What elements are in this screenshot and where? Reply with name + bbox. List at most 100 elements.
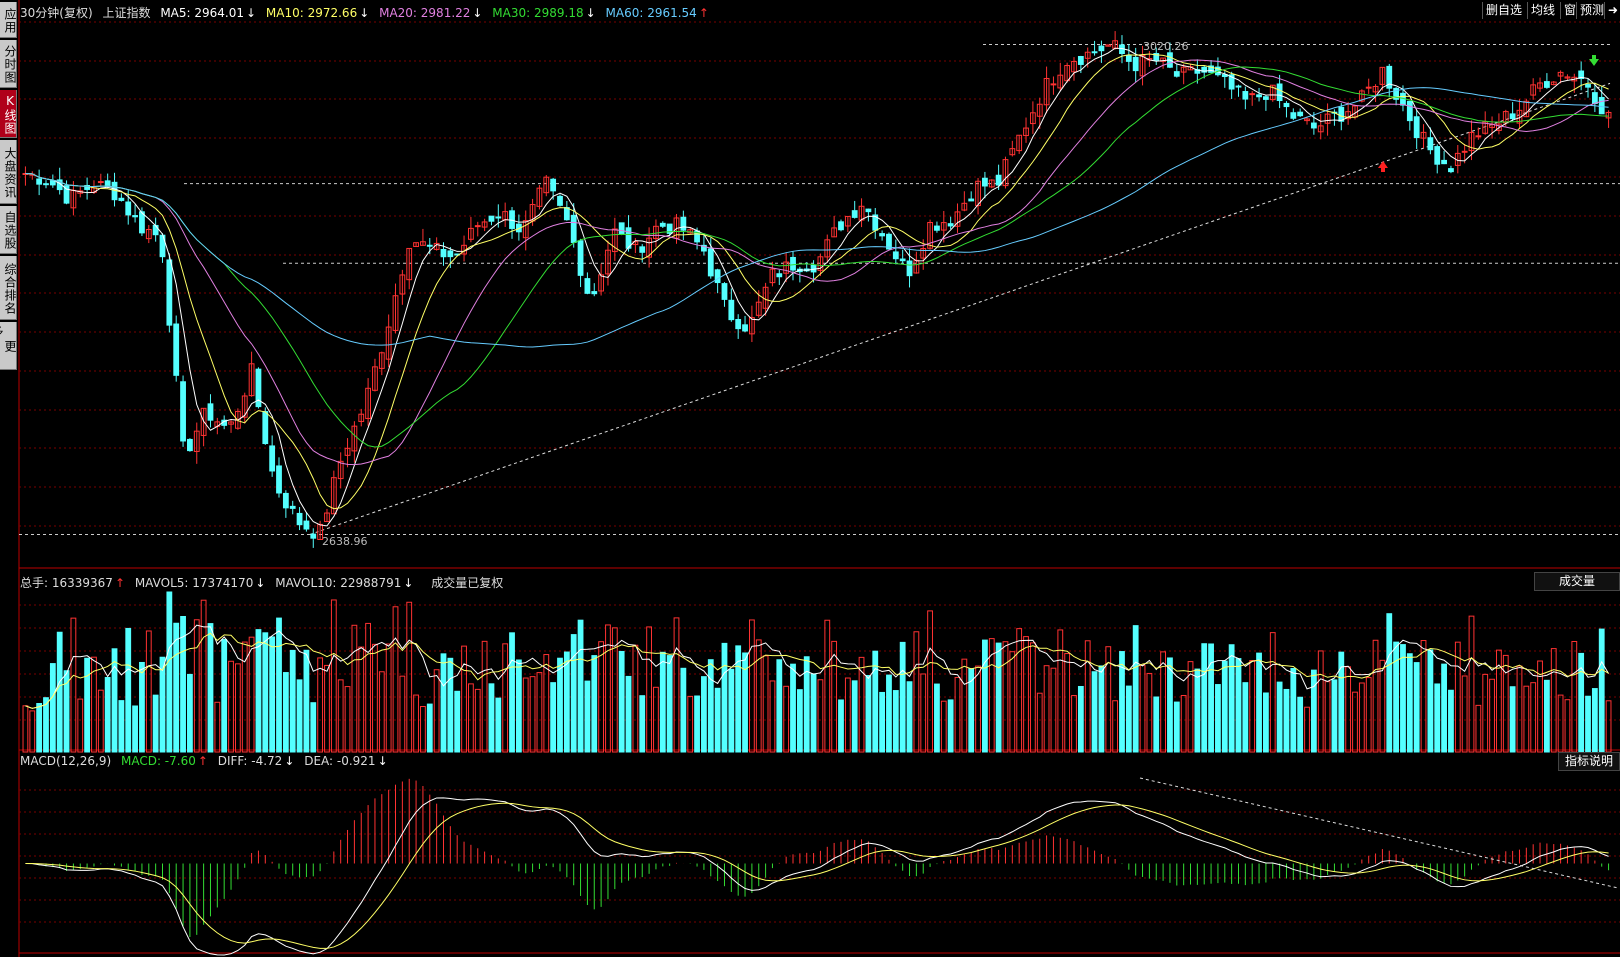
volume-bar: [995, 642, 1002, 753]
volume-indicator-button[interactable]: 成交量: [1534, 572, 1620, 591]
volume-bar: [776, 659, 783, 753]
ma20-label: MA20: 2981.22 ↓: [379, 6, 483, 20]
candle-down: [1242, 91, 1249, 100]
candle-down: [1290, 112, 1297, 119]
volume-bar: [1530, 682, 1537, 753]
forecast-button[interactable]: 预测: [1576, 2, 1607, 19]
volume-bar: [515, 659, 522, 753]
volume-bar: [358, 646, 365, 753]
volume-bar: [1441, 663, 1447, 753]
candle-down: [173, 323, 180, 376]
candle-down: [618, 222, 625, 235]
candle-down: [1591, 92, 1598, 105]
diff-value: DIFF: -4.72 ↓: [217, 754, 295, 768]
volume-bar: [1598, 628, 1605, 753]
volume-bar: [49, 663, 56, 753]
arrow-right-icon[interactable]: ➜: [1604, 2, 1620, 19]
volume-bar: [474, 688, 481, 753]
candle-down: [742, 324, 748, 332]
volume-bar: [1016, 628, 1023, 753]
volume-bar: [639, 695, 646, 753]
volume-bar: [865, 675, 872, 753]
indicator-help-button[interactable]: 指标说明: [1558, 752, 1620, 771]
volume-bar: [385, 643, 392, 753]
candle-up: [1475, 135, 1482, 138]
macd-trend-line: [1139, 777, 1619, 889]
volume-bar: [879, 691, 886, 753]
dea-value: DEA: -0.921 ↓: [304, 754, 388, 768]
volume-bar: [255, 629, 262, 753]
volume-bar: [1276, 681, 1283, 753]
ma-line-button[interactable]: 均线: [1527, 2, 1558, 19]
macd-header: MACD(12,26,9) MACD: -7.60 ↑ DIFF: -4.72 ↓ …: [20, 754, 394, 768]
volume-bar: [1502, 654, 1509, 753]
macd-arrow-icon: ↑: [197, 754, 208, 768]
volume-bar: [228, 660, 234, 753]
candle-up: [474, 225, 481, 228]
volume-bar: [378, 671, 385, 753]
volume-bar: [413, 694, 419, 753]
volume-bar: [694, 695, 700, 753]
delete-watchlist-button[interactable]: 删自选: [1482, 2, 1525, 19]
volume-bar: [1139, 664, 1146, 753]
volume-bar: [762, 655, 769, 753]
volume-bar: [392, 606, 399, 753]
volume-bar: [1324, 681, 1331, 753]
volume-bar: [1201, 643, 1208, 753]
volume-bar: [1180, 694, 1187, 753]
volume-bar: [646, 626, 652, 753]
candle-down: [570, 214, 577, 243]
volume-bar: [1482, 673, 1489, 753]
candle-down: [118, 197, 125, 201]
volume-bar: [563, 651, 570, 753]
candle-down: [1283, 102, 1290, 108]
volume-bar: [200, 599, 207, 753]
volume-bar: [447, 657, 454, 753]
candle-down: [1098, 45, 1105, 52]
volume-bar: [509, 632, 515, 753]
volume-bar: [310, 702, 317, 753]
high-price-label: 3020.26: [1143, 40, 1189, 53]
volume-bar: [502, 643, 509, 753]
volume-bar: [399, 675, 406, 753]
candle-down: [838, 221, 844, 231]
volume-bar: [1420, 640, 1427, 753]
volume-bar: [851, 680, 858, 753]
low-price-label: 2638.96: [322, 535, 368, 548]
candle-down: [1235, 85, 1242, 88]
volume-bar: [1413, 662, 1420, 753]
candle-down: [1441, 159, 1447, 165]
volume-bar: [1208, 643, 1214, 753]
macd-value: MACD: -7.60 ↑: [120, 754, 208, 768]
volume-bar: [529, 676, 536, 753]
volume-bar: [701, 676, 707, 753]
volume-bar: [961, 658, 968, 753]
candle-down: [947, 223, 954, 227]
volume-bar: [755, 639, 762, 753]
candle-down: [1585, 84, 1591, 88]
volume-bar: [1283, 688, 1290, 753]
mavol5-label: MAVOL5: 17374170 ↓: [134, 576, 266, 590]
volume-bar: [420, 706, 426, 753]
ma20-line: [25, 59, 1609, 466]
buy-signal-arrow-icon: [1378, 161, 1388, 172]
volume-bar: [1263, 692, 1269, 753]
candle-down: [1406, 100, 1413, 122]
ma60-line: [25, 87, 1609, 348]
volume-bar: [173, 622, 180, 753]
volume-bar: [1365, 677, 1372, 753]
volume-bar: [207, 623, 214, 753]
volume-bar: [810, 673, 817, 753]
volume-bar: [22, 705, 29, 753]
candle-down: [557, 195, 563, 206]
volume-bar: [1400, 644, 1406, 753]
volume-bar: [605, 624, 611, 753]
volume-bar: [577, 619, 584, 753]
candle-down: [296, 512, 303, 526]
volume-bar: [1235, 658, 1242, 753]
volume-bar: [618, 650, 625, 753]
ma30-arrow-icon: ↓: [585, 6, 596, 20]
volume-bar: [1043, 665, 1050, 753]
period-label: 30分钟(复权): [20, 6, 93, 20]
volume-bar: [748, 619, 755, 753]
